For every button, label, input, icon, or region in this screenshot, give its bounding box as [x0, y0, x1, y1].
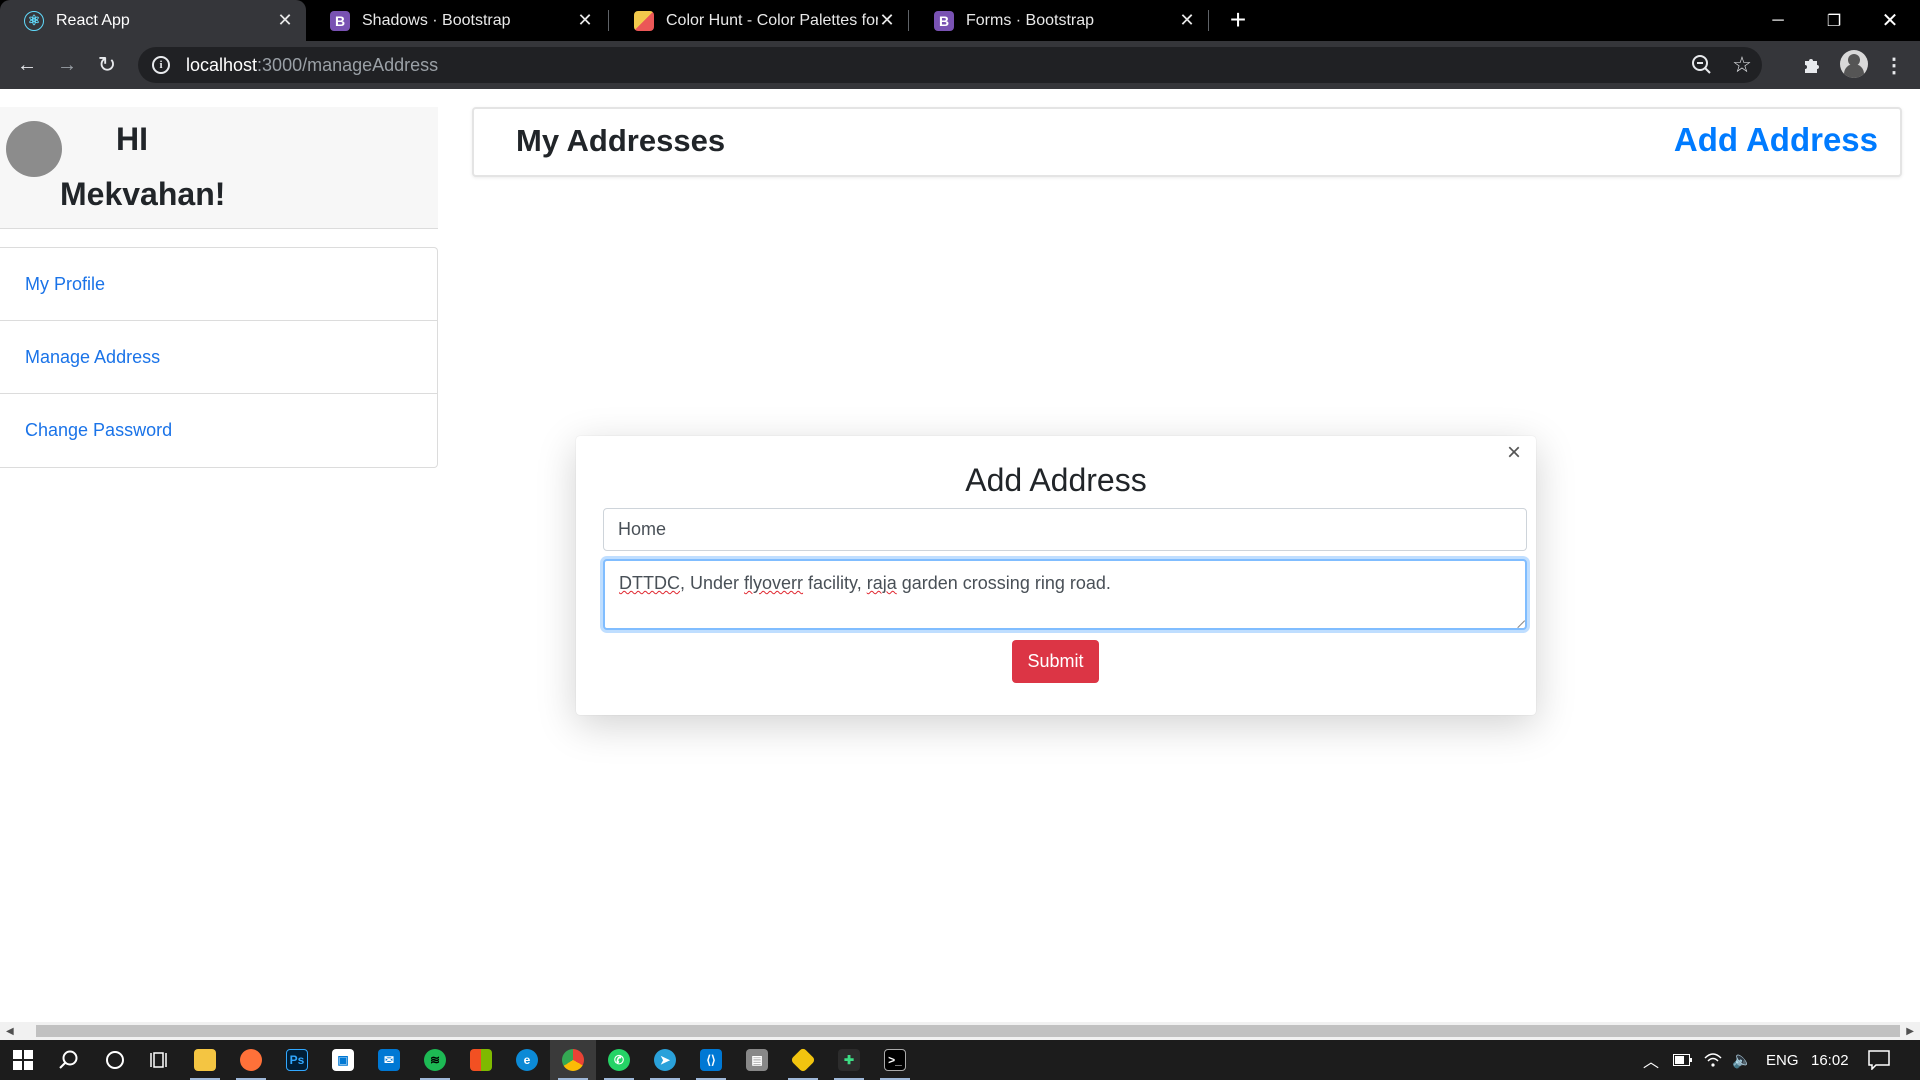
tab-title: Color Hunt - Color Palettes for Desig — [666, 11, 878, 29]
page-content: HI Mekvahan! My Profile Manage Address C… — [0, 89, 1920, 1022]
file-explorer-icon[interactable] — [182, 1040, 228, 1080]
modal-title: Add Address — [965, 462, 1147, 498]
close-tab-icon[interactable]: ✕ — [1178, 10, 1196, 31]
scrollbar-thumb[interactable] — [36, 1025, 1900, 1037]
address-text-misspelled: raja — [866, 573, 897, 593]
addresses-header-card: My Addresses Add Address — [472, 107, 1902, 177]
edge-icon[interactable]: e — [504, 1040, 550, 1080]
clock-time[interactable]: 16:02 — [1811, 1040, 1849, 1080]
sidebar-item-manage-address[interactable]: Manage Address — [0, 321, 437, 394]
address-text-misspelled: DTTDC — [619, 573, 680, 593]
address-bar[interactable]: i localhost:3000/manageAddress ☆ — [138, 47, 1762, 83]
close-window-icon[interactable]: ✕ — [1862, 0, 1918, 41]
restore-icon[interactable]: ❐ — [1806, 0, 1862, 41]
bookmark-star-icon[interactable]: ☆ — [1722, 52, 1762, 78]
cortana-icon[interactable] — [92, 1040, 138, 1080]
volume-icon[interactable]: 🔈 — [1732, 1040, 1752, 1080]
tab-forms-bootstrap[interactable]: B Forms · Bootstrap ✕ — [910, 0, 1208, 41]
address-textarea[interactable]: DTTDC, Under flyoverr facility, raja gar… — [603, 559, 1527, 630]
sidebar-item-my-profile[interactable]: My Profile — [0, 248, 437, 321]
address-text: facility, — [803, 573, 867, 593]
vscode-icon[interactable]: ⟨⟩ — [688, 1040, 734, 1080]
scroll-right-icon[interactable]: ▶ — [1906, 1026, 1914, 1037]
greeting-username: Mekvahan! — [60, 176, 226, 212]
add-address-link[interactable]: Add Address — [1674, 121, 1878, 159]
sidebar-menu: My Profile Manage Address Change Passwor… — [0, 247, 438, 468]
submit-button[interactable]: Submit — [1012, 640, 1099, 683]
chrome-icon[interactable] — [550, 1040, 596, 1080]
url-host: localhost — [186, 54, 258, 75]
battery-icon[interactable] — [1673, 1040, 1693, 1080]
tab-title: React App — [56, 11, 130, 29]
react-icon: ⚛ — [24, 10, 44, 31]
new-tab-icon[interactable]: + — [1222, 4, 1254, 36]
bootstrap-icon: B — [330, 10, 350, 31]
chrome-menu-icon[interactable]: ⋮ — [1878, 49, 1910, 81]
tab-title: Forms · Bootstrap — [966, 11, 1095, 29]
site-info-icon[interactable]: i — [152, 56, 170, 74]
search-icon[interactable] — [46, 1040, 92, 1080]
close-tab-icon[interactable]: ✕ — [576, 10, 594, 31]
colorhunt-icon — [634, 10, 654, 31]
spotify-icon[interactable]: ≋ — [412, 1040, 458, 1080]
horizontal-scrollbar[interactable]: ◀ ▶ — [0, 1022, 1920, 1040]
tab-separator — [908, 10, 909, 31]
notifications-icon[interactable] — [1868, 1040, 1890, 1080]
office-icon[interactable] — [458, 1040, 504, 1080]
zoom-icon[interactable] — [1682, 47, 1722, 83]
add-address-modal: × Add Address Home DTTDC, Under flyoverr… — [576, 436, 1536, 715]
windows-start-icon[interactable] — [0, 1040, 46, 1080]
printer-icon[interactable]: ▤ — [734, 1040, 780, 1080]
minimize-icon[interactable]: ─ — [1750, 0, 1806, 41]
chrome-profile-avatar[interactable] — [1840, 50, 1868, 78]
tray-chevron-icon[interactable]: ︿ — [1643, 1040, 1659, 1080]
address-text: , Under — [680, 573, 745, 593]
firefox-icon[interactable] — [228, 1040, 274, 1080]
photoshop-icon[interactable]: Ps — [274, 1040, 320, 1080]
browser-toolbar: ← → ↻ i localhost:3000/manageAddress ☆ ⋮ — [0, 41, 1920, 89]
sidebar-item-change-password[interactable]: Change Password — [0, 394, 437, 467]
greeting-hi: HI — [116, 121, 148, 157]
back-icon[interactable]: ← — [11, 49, 43, 81]
whatsapp-icon[interactable]: ✆ — [596, 1040, 642, 1080]
git-bash-icon[interactable]: ✚ — [826, 1040, 872, 1080]
language-indicator[interactable]: ENG — [1766, 1040, 1799, 1080]
avatar — [6, 121, 62, 177]
tab-separator — [608, 10, 609, 31]
store-icon[interactable]: ▣ — [320, 1040, 366, 1080]
resize-handle-icon[interactable] — [1510, 613, 1526, 629]
tab-shadows-bootstrap[interactable]: B Shadows · Bootstrap ✕ — [306, 0, 606, 41]
address-name-input[interactable]: Home — [603, 508, 1527, 551]
browser-tab-strip: ⚛ React App ✕ B Shadows · Bootstrap ✕ Co… — [0, 0, 1920, 41]
extensions-icon[interactable] — [1796, 49, 1828, 81]
forward-icon[interactable]: → — [51, 49, 83, 81]
tab-color-hunt[interactable]: Color Hunt - Color Palettes for Desig ✕ — [610, 0, 908, 41]
terminal-icon[interactable]: >_ — [872, 1040, 918, 1080]
task-view-icon[interactable] — [138, 1040, 184, 1080]
sourcetree-icon[interactable] — [780, 1040, 826, 1080]
close-tab-icon[interactable]: ✕ — [276, 10, 294, 31]
address-text: garden crossing ring road. — [896, 573, 1111, 593]
scroll-left-icon[interactable]: ◀ — [6, 1026, 14, 1037]
wifi-icon[interactable] — [1704, 1040, 1722, 1080]
close-tab-icon[interactable]: ✕ — [878, 10, 896, 31]
telegram-icon[interactable]: ➤ — [642, 1040, 688, 1080]
url-path: :3000/manageAddress — [257, 54, 439, 75]
page-title: My Addresses — [516, 123, 726, 158]
windows-taskbar: Ps ▣ ✉ ≋ e ✆ ➤ ⟨⟩ ▤ ✚ >_ ︿ 🔈 ENG 16:02 — [0, 1040, 1920, 1080]
bootstrap-icon: B — [934, 10, 954, 31]
tab-react-app[interactable]: ⚛ React App ✕ — [0, 0, 306, 41]
mail-icon[interactable]: ✉ — [366, 1040, 412, 1080]
sidebar-greeting-panel: HI Mekvahan! — [0, 107, 438, 229]
address-text-misspelled: flyoverr — [744, 573, 804, 593]
omnibox-actions: ☆ — [1682, 47, 1762, 83]
tab-separator — [1208, 10, 1209, 31]
reload-icon[interactable]: ↻ — [91, 49, 123, 81]
tab-title: Shadows · Bootstrap — [362, 11, 511, 29]
